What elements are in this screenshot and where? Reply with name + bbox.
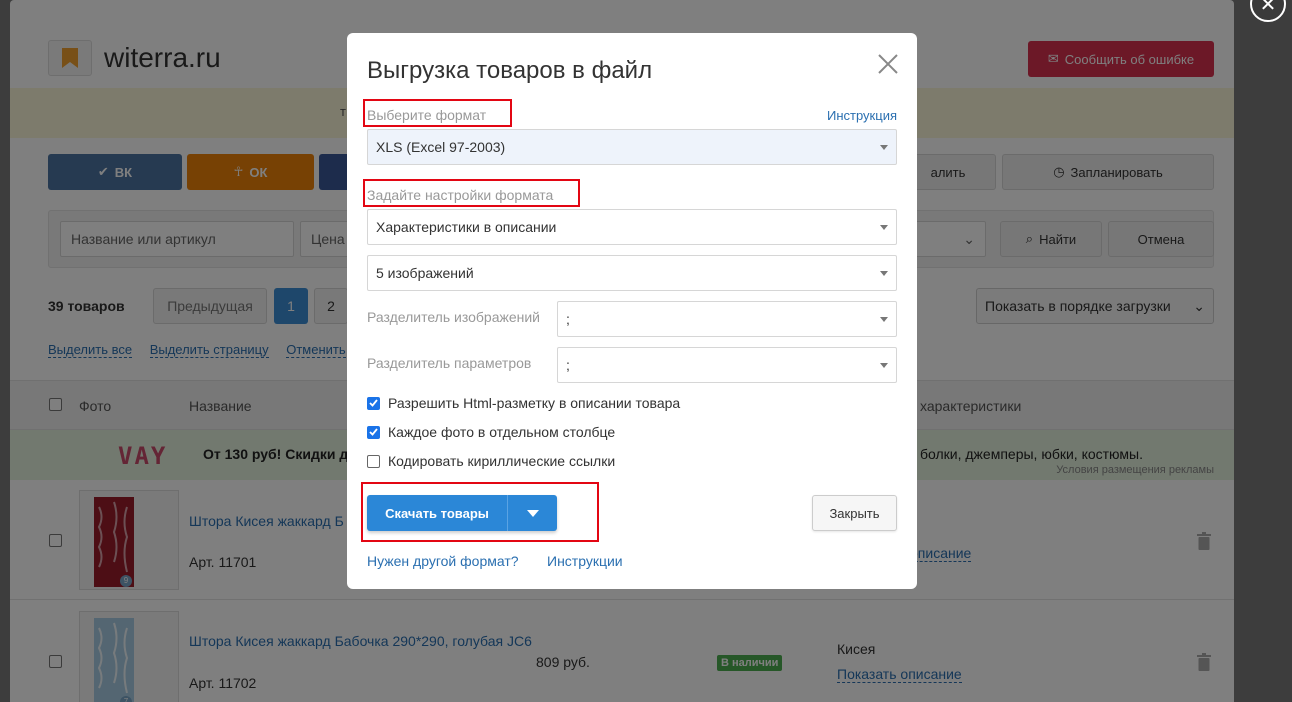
checkmark-icon	[369, 428, 378, 436]
param-separator-label: Разделитель параметров	[367, 355, 532, 371]
other-format-link[interactable]: Нужен другой формат?	[367, 553, 519, 569]
highlight-format-label	[363, 99, 512, 127]
characteristics-select[interactable]: Характеристики в описании	[367, 209, 897, 245]
html-markup-checkbox[interactable]	[367, 396, 380, 410]
caret-down-icon	[880, 271, 888, 276]
export-modal: Выгрузка товаров в файл Выберите формат …	[347, 33, 917, 589]
help-link[interactable]: Инструкция	[827, 108, 897, 123]
highlight-settings-label	[363, 179, 580, 207]
checkmark-icon	[369, 399, 378, 407]
caret-down-icon	[880, 145, 888, 150]
close-icon[interactable]	[875, 51, 901, 77]
caret-down-icon	[880, 317, 888, 322]
photo-columns-checkbox-row[interactable]: Каждое фото в отдельном столбце	[367, 424, 615, 440]
modal-title: Выгрузка товаров в файл	[367, 57, 653, 84]
image-separator-select[interactable]: ;	[557, 301, 897, 337]
images-count-select[interactable]: 5 изображений	[367, 255, 897, 291]
photo-columns-checkbox[interactable]	[367, 425, 380, 439]
html-markup-checkbox-row[interactable]: Разрешить Html-разметку в описании товар…	[367, 395, 680, 411]
caret-down-icon	[880, 363, 888, 368]
instructions-link[interactable]: Инструкции	[547, 553, 623, 569]
image-separator-label: Разделитель изображений	[367, 309, 541, 325]
encode-links-checkbox[interactable]	[367, 454, 380, 468]
param-separator-select[interactable]: ;	[557, 347, 897, 383]
format-select[interactable]: XLS (Excel 97-2003)	[367, 129, 897, 165]
caret-down-icon	[880, 225, 888, 230]
encode-links-checkbox-row[interactable]: Кодировать кириллические ссылки	[367, 453, 615, 469]
highlight-download-button	[361, 482, 599, 542]
close-modal-button[interactable]: Закрыть	[812, 495, 897, 531]
